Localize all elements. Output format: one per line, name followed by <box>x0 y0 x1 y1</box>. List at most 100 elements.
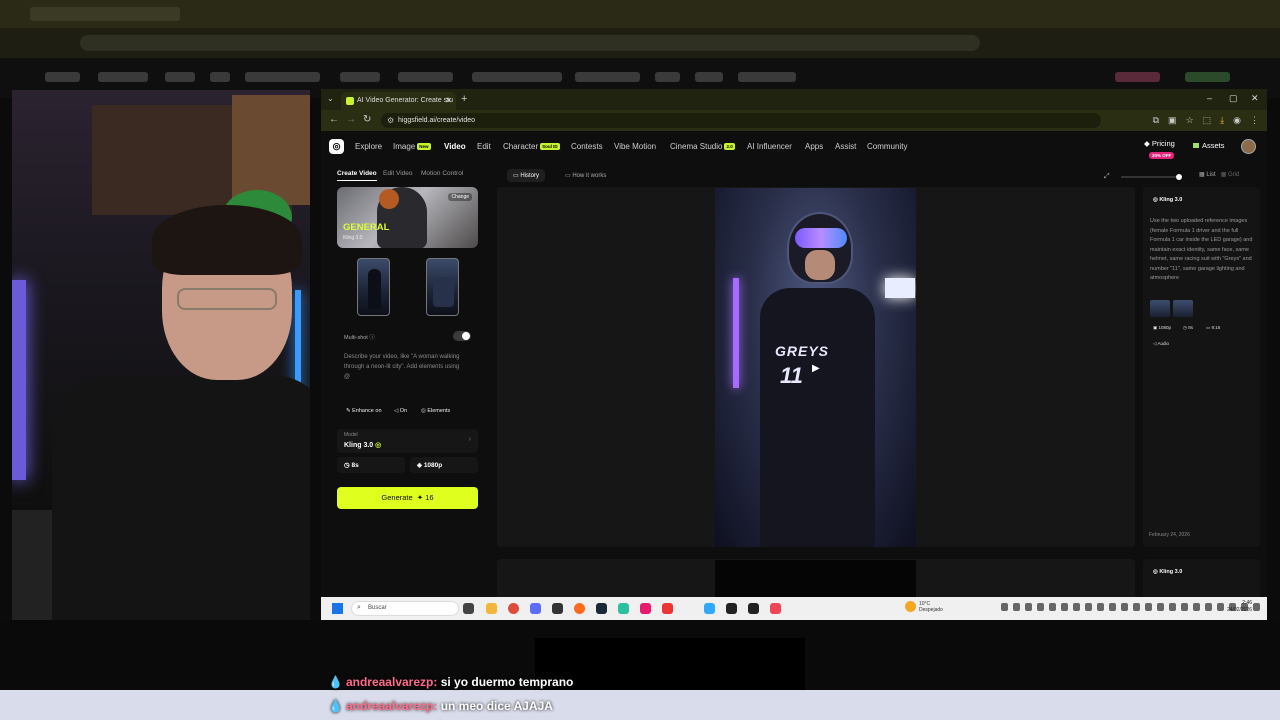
video-suit-text: GREYS <box>775 343 830 359</box>
tiktok-icon[interactable] <box>640 603 651 614</box>
nav-contests[interactable]: Contests <box>571 142 603 151</box>
model-selector[interactable]: Model Kling 3.0 ◎ › <box>337 429 478 453</box>
water-drop-icon: 💧 <box>328 699 343 713</box>
model-name: Kling 3.0 ◎ <box>344 442 382 449</box>
tab-bar: ⌄ AI Video Generator: Create stu ✕ + – ▢… <box>321 89 1267 110</box>
details-duration: ◷ 8s <box>1183 325 1193 330</box>
tab-how-it-works[interactable]: ▭ How it works <box>559 169 612 182</box>
capcut-icon[interactable] <box>726 603 737 614</box>
discord-icon[interactable] <box>530 603 541 614</box>
generation-details: ◎ Kling 3.0 Use the two uploaded referen… <box>1143 187 1260 547</box>
maximize-icon[interactable]: ▢ <box>1229 93 1238 104</box>
tab-edit-video[interactable]: Edit Video <box>383 170 413 177</box>
system-tray[interactable] <box>1001 603 1260 611</box>
video-suit-number: 11 <box>780 363 803 388</box>
pricing-button[interactable]: ◆ Pricing 20% OFF <box>1144 139 1175 159</box>
nav-video[interactable]: Video <box>444 142 466 151</box>
preset-card[interactable]: Change GENERAL Kling 3.0 <box>337 187 478 248</box>
zoom-slider[interactable] <box>1121 174 1182 180</box>
task-view-icon[interactable] <box>463 603 474 614</box>
back-icon[interactable]: ← <box>329 114 339 125</box>
avatar[interactable] <box>1241 139 1256 154</box>
prompt-input[interactable]: Describe your video, like "A woman walki… <box>344 352 464 382</box>
taskbar-clock[interactable]: 2:46 24/02/2026 <box>1227 600 1252 614</box>
nav-community[interactable]: Community <box>867 142 907 151</box>
elements-button[interactable]: ◎ Elements <box>421 408 450 414</box>
details-prompt: Use the two uploaded reference images (f… <box>1150 218 1253 281</box>
nav-vibe-motion[interactable]: Vibe Motion <box>614 142 656 151</box>
expand-icon[interactable]: ⤢ <box>1104 173 1110 181</box>
close-tab-icon[interactable]: ✕ <box>445 96 452 105</box>
play-icon[interactable]: ▶ <box>812 363 820 374</box>
new-tab-icon[interactable]: + <box>461 93 467 105</box>
tab-motion-control[interactable]: Motion Control <box>421 170 463 177</box>
audio-toggle[interactable]: ◁ On <box>394 408 407 414</box>
inner-browser-window: ⌄ AI Video Generator: Create stu ✕ + – ▢… <box>321 89 1267 620</box>
details-reference-thumb[interactable] <box>1173 300 1193 317</box>
minimize-icon[interactable]: – <box>1207 93 1212 103</box>
details-resolution: ▣ 1080p <box>1153 325 1172 330</box>
nav-apps[interactable]: Apps <box>805 142 823 151</box>
left-panel: Create Video Edit Video Motion Control C… <box>335 161 480 609</box>
steam-icon[interactable] <box>596 603 607 614</box>
windows-taskbar: ⌕ Buscar 10°C Despejado 2:46 24/02/2026 <box>321 597 1267 620</box>
epic-games-icon[interactable] <box>552 603 563 614</box>
webcam-feed <box>12 90 310 620</box>
view-list-button[interactable]: ▦ List <box>1199 172 1216 178</box>
resolution-selector[interactable]: ◈ 1080p <box>410 457 478 473</box>
bookmark-star-icon[interactable]: ☆ <box>1186 115 1194 126</box>
nav-edit[interactable]: Edit <box>477 142 491 151</box>
site-info-icon[interactable]: ⚙ <box>387 116 394 125</box>
change-preset-button[interactable]: Change <box>448 193 472 201</box>
download-icon[interactable]: ⤓ <box>1220 115 1224 126</box>
cast-icon[interactable]: ▣ <box>1168 115 1177 126</box>
higgsfield-logo[interactable]: ◎ <box>329 139 344 154</box>
url-text: higgsfield.ai/create/video <box>398 117 476 124</box>
enhance-toggle[interactable]: ✎ Enhance on <box>346 408 382 414</box>
profile-icon[interactable]: ◉ <box>1233 115 1241 126</box>
app-t-icon[interactable] <box>662 603 673 614</box>
reference-image-car[interactable] <box>426 258 459 316</box>
reload-icon[interactable]: ↻ <box>363 114 371 125</box>
outer-taskbar <box>0 690 1280 720</box>
multishot-toggle[interactable] <box>453 331 471 341</box>
browser-tab[interactable]: AI Video Generator: Create stu ✕ <box>341 92 456 110</box>
details-model-2: ◎ Kling 3.0 <box>1153 569 1183 575</box>
url-field[interactable]: ⚙ higgsfield.ai/create/video <box>381 113 1101 128</box>
capcut-2-icon[interactable] <box>748 603 759 614</box>
tab-history[interactable]: ▭ History <box>507 169 546 182</box>
translate-icon[interactable]: ⧉ <box>1153 115 1159 126</box>
app-icon[interactable] <box>618 603 629 614</box>
menu-kebab-icon[interactable]: ⋮ <box>1250 115 1259 126</box>
tab-create-video[interactable]: Create Video <box>337 170 377 181</box>
tab-menu-chevron-icon[interactable]: ⌄ <box>327 94 334 103</box>
nav-image[interactable]: Image New <box>393 142 431 151</box>
close-window-icon[interactable]: ✕ <box>1251 93 1259 104</box>
file-explorer-icon[interactable] <box>486 603 497 614</box>
address-bar: ← → ↻ ⚙ higgsfield.ai/create/video ⧉ ▣ ☆… <box>321 110 1267 131</box>
chrome-icon[interactable] <box>508 603 519 614</box>
extensions-icon[interactable]: ⬚ <box>1203 115 1212 126</box>
higgsfield-app: ◎ Explore Image New Video Edit Character S… <box>321 131 1267 609</box>
nav-ai-influencer[interactable]: AI Influencer <box>747 142 792 151</box>
view-grid-button[interactable]: ▦ Grid <box>1221 172 1240 178</box>
reference-image-driver[interactable] <box>357 258 390 316</box>
forward-icon[interactable]: → <box>346 114 356 125</box>
generate-button[interactable]: Generate ✦ 16 <box>337 487 478 509</box>
model-status-icon: ◎ <box>375 442 382 449</box>
assets-button[interactable]: Assets <box>1193 141 1225 150</box>
duration-selector[interactable]: ◷ 8s <box>337 457 405 473</box>
taskbar-search[interactable]: ⌕ Buscar <box>351 601 459 616</box>
app-icon-2[interactable] <box>770 603 781 614</box>
weather-widget[interactable]: 10°C Despejado <box>905 601 943 613</box>
windows-start-icon[interactable] <box>332 603 343 614</box>
nav-assist[interactable]: Assist <box>835 142 856 151</box>
photoshop-icon[interactable] <box>704 603 715 614</box>
firefox-icon[interactable] <box>574 603 585 614</box>
generated-video[interactable]: GREYS 11 ▶ <box>715 188 916 547</box>
details-reference-thumb[interactable] <box>1150 300 1170 317</box>
nav-character[interactable]: Character Soul ID <box>503 142 560 151</box>
details-aspect: ▭ 9:16 <box>1206 325 1221 330</box>
nav-cinema-studio[interactable]: Cinema Studio 2.0 <box>670 142 735 151</box>
nav-explore[interactable]: Explore <box>355 142 382 151</box>
